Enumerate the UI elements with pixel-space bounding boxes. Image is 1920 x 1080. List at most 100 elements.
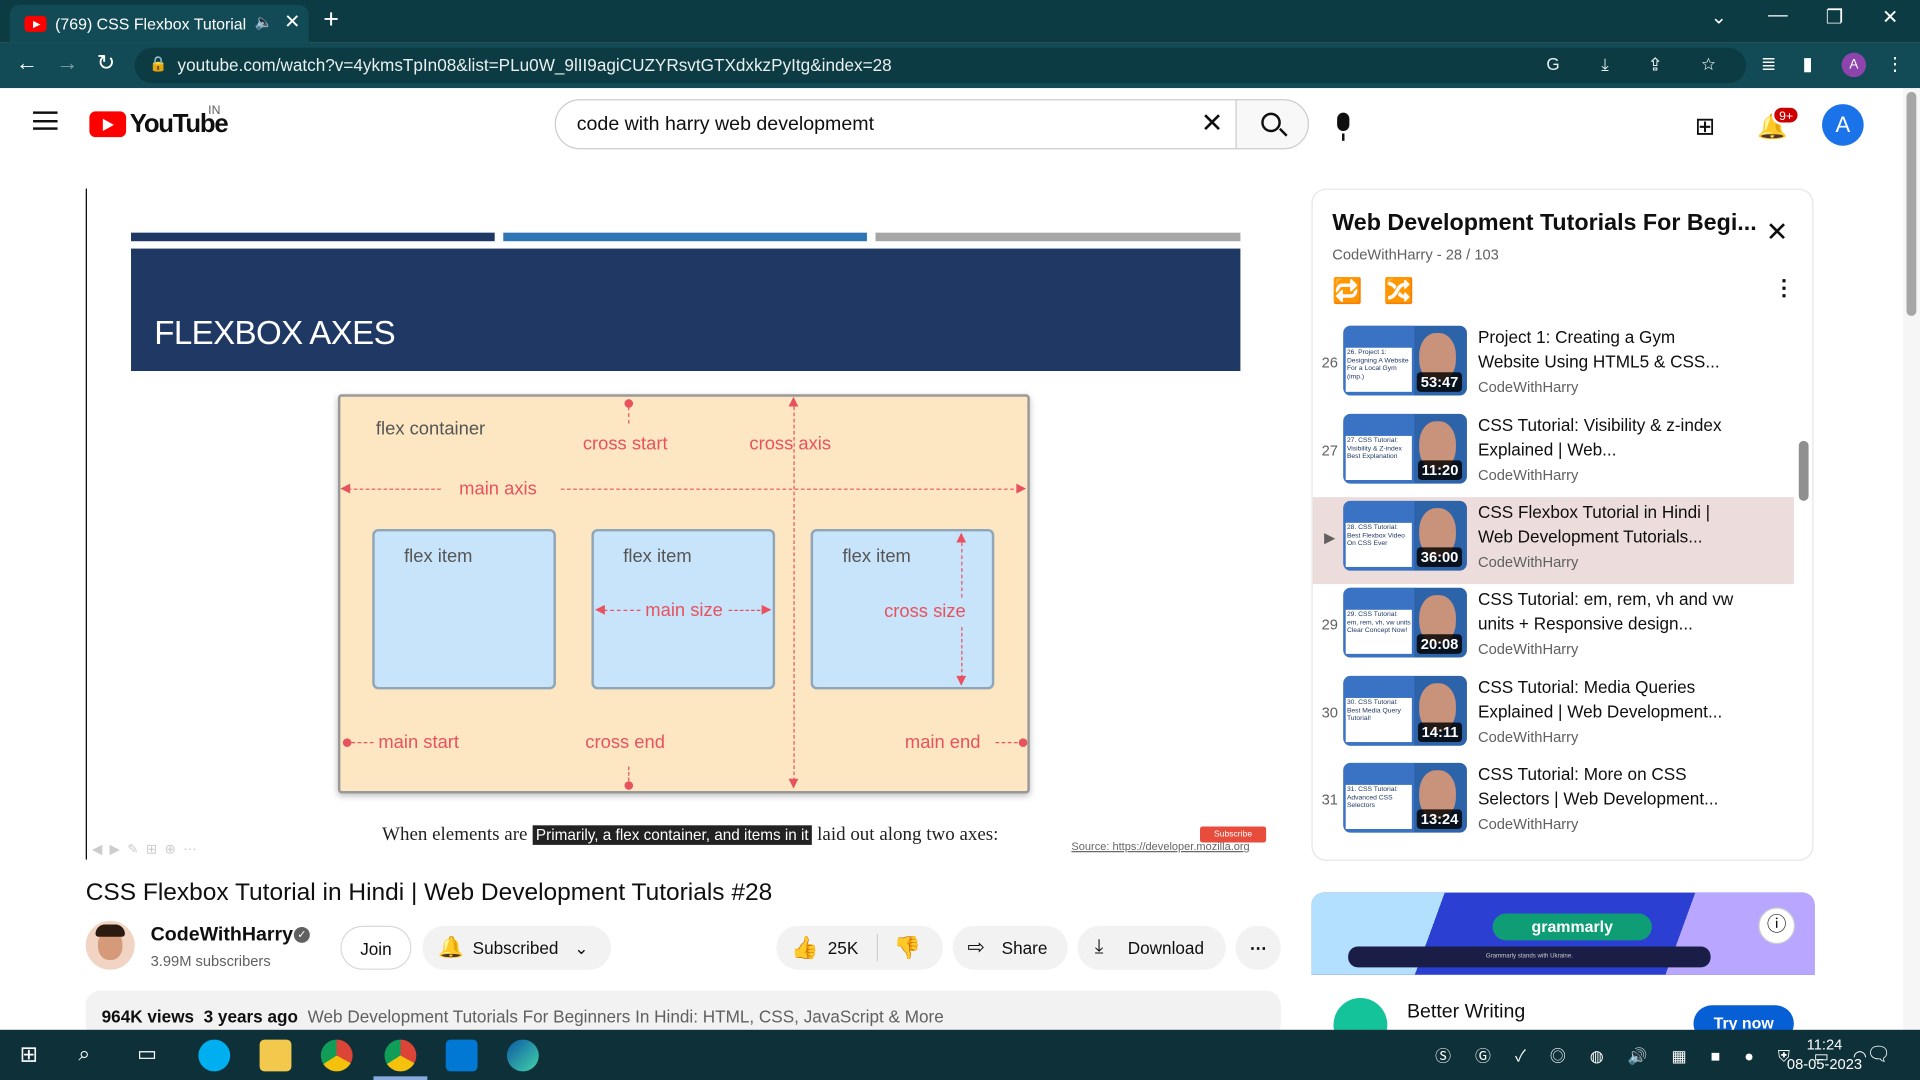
browser-tab[interactable]: (769) CSS Flexbox Tutorial in 🔈 ✕: [9, 4, 309, 43]
edge-icon[interactable]: [506, 1039, 539, 1072]
search-input[interactable]: code with harry web developmemt ✕: [554, 99, 1237, 150]
search-query: code with harry web developmemt: [576, 113, 875, 135]
cross-end-dot: [624, 781, 634, 790]
playlist-item[interactable]: ▶ 28. CSS Tutorial: Best Flexbox Video On…: [1312, 497, 1794, 585]
playlist-item[interactable]: 27 27. CSS Tutorial: Visibility & Z-index…: [1313, 410, 1794, 497]
windows-start-icon[interactable]: ⊞: [20, 1042, 38, 1068]
slide-nav-controls-icon[interactable]: ◀▶✎⊞⊕⋯: [92, 841, 204, 857]
ad-tagline: Grammarly stands with Ukraine.: [1348, 946, 1711, 968]
playlist-item-title[interactable]: CSS Flexbox Tutorial in Hindi | Web Deve…: [1478, 500, 1735, 549]
search-button[interactable]: [1235, 99, 1309, 150]
thumbnail-text: 29. CSS Tutorial: em, rem, vh, vw units …: [1345, 609, 1412, 654]
playlist-item[interactable]: 26 26. Project 1: Designing A Website For…: [1313, 322, 1794, 409]
tab-close-icon[interactable]: ✕: [284, 10, 300, 34]
notification-center-icon[interactable]: 🗨: [1866, 1042, 1891, 1066]
taskbar-clock[interactable]: 11:24 08-05-2023: [1783, 1035, 1866, 1074]
browser-menu-icon[interactable]: ⋮: [1886, 53, 1904, 75]
playlist-item-channel[interactable]: CodeWithHarry: [1478, 729, 1578, 746]
reload-icon[interactable]: ↻: [97, 50, 115, 76]
playlist-item-channel[interactable]: CodeWithHarry: [1478, 467, 1578, 484]
video-thumbnail[interactable]: 26. Project 1: Designing A Website For a…: [1343, 325, 1467, 396]
playlist-more-icon[interactable]: ⋮: [1773, 276, 1795, 302]
video-thumbnail[interactable]: 28. CSS Tutorial: Best Flexbox Video On …: [1343, 500, 1467, 571]
video-meta: 964K views 3 years ago Web Development T…: [102, 1007, 944, 1027]
playlist-item[interactable]: 31 31. CSS Tutorial: Advanced CSS Selecto…: [1313, 759, 1794, 846]
clear-search-icon[interactable]: ✕: [1201, 108, 1224, 140]
caption-after: laid out along two axes:: [817, 824, 999, 845]
window-close-button[interactable]: ✕: [1882, 5, 1898, 29]
thumbs-down-icon[interactable]: 👎: [894, 926, 921, 970]
video-thumbnail[interactable]: 29. CSS Tutorial: em, rem, vh, vw units …: [1343, 587, 1467, 658]
like-count[interactable]: 25K: [828, 926, 859, 970]
join-button[interactable]: Join: [340, 925, 412, 970]
playlist-item-channel[interactable]: CodeWithHarry: [1478, 816, 1578, 833]
file-explorer-icon[interactable]: [259, 1039, 292, 1072]
ad-info-icon[interactable]: ⓘ: [1758, 907, 1796, 945]
side-panel-icon[interactable]: ▮: [1802, 53, 1812, 75]
browser-profile-avatar[interactable]: A: [1841, 52, 1867, 78]
create-video-icon[interactable]: ⊞: [1695, 111, 1716, 142]
playlist-link[interactable]: Web Development Tutorials For Beginners …: [308, 1007, 944, 1027]
playlist-item-title[interactable]: CSS Tutorial: em, rem, vh and vw units +…: [1478, 587, 1735, 636]
restore-button[interactable]: ❐: [1826, 5, 1844, 29]
like-dislike-group: 👍 25K 👎: [776, 925, 943, 970]
channel-avatar[interactable]: [85, 920, 135, 970]
main-start-label: main start: [378, 732, 460, 754]
playlist-title[interactable]: Web Development Tutorials For Begi...: [1332, 211, 1756, 238]
more-actions-button[interactable]: ⋯: [1235, 925, 1281, 970]
account-avatar[interactable]: A: [1822, 104, 1864, 146]
playlist-item-title[interactable]: CSS Tutorial: More on CSS Selectors | We…: [1478, 762, 1735, 811]
sponsored-ad[interactable]: grammarly Grammarly stands with Ukraine.…: [1311, 892, 1815, 1052]
close-playlist-icon[interactable]: ✕: [1766, 217, 1789, 249]
microphone-icon[interactable]: [1337, 112, 1350, 141]
thumbs-up-icon[interactable]: 👍: [791, 926, 818, 970]
taskbar-search-icon[interactable]: ⌕: [78, 1042, 90, 1066]
chrome-profile-icon[interactable]: [384, 1039, 417, 1072]
like-divider: [876, 934, 878, 962]
tab-search-chevron-icon[interactable]: ⌄: [1711, 5, 1727, 29]
video-thumbnail[interactable]: 31. CSS Tutorial: Advanced CSS Selectors…: [1343, 762, 1467, 833]
video-player[interactable]: FLEXBOX AXES flex container cross start …: [85, 188, 1281, 860]
playlist-item-channel[interactable]: CodeWithHarry: [1478, 378, 1578, 395]
subscribed-button[interactable]: 🔔 Subscribed ⌄: [422, 925, 612, 970]
channel-name[interactable]: CodeWithHarry: [151, 924, 293, 946]
vscode-icon[interactable]: [445, 1039, 478, 1072]
screen: (769) CSS Flexbox Tutorial in 🔈 ✕ + ⌄ — …: [0, 0, 1920, 1080]
page-scrollbar[interactable]: [1902, 88, 1920, 1030]
playlist-item-index: 31: [1321, 791, 1338, 809]
playlist-item-title[interactable]: CSS Tutorial: Visibility & z-index Expla…: [1478, 413, 1735, 462]
playlist-item-channel[interactable]: CodeWithHarry: [1478, 640, 1578, 657]
menu-hamburger-icon[interactable]: [33, 111, 58, 130]
media-control-icon[interactable]: ≣: [1761, 53, 1776, 75]
main-size-arrow-left: [595, 604, 605, 615]
minimize-button[interactable]: —: [1768, 5, 1788, 27]
share-label: Share: [1001, 937, 1048, 958]
playlist-item[interactable]: 30 30. CSS Tutorial: Best Media Query Tut…: [1313, 672, 1794, 759]
loop-icon[interactable]: 🔁: [1332, 276, 1362, 307]
address-bar[interactable]: 🔒 youtube.com/watch?v=4ykmsTpIn08&list=P…: [134, 47, 1747, 84]
new-tab-button[interactable]: +: [323, 4, 339, 36]
playlist-scrollbar[interactable]: [1798, 440, 1809, 501]
notification-count-badge: 9+: [1771, 105, 1801, 125]
address-bar-icons[interactable]: G ⤓ ⇪ ☆: [1546, 54, 1733, 75]
back-arrow-icon[interactable]: ←: [16, 50, 38, 76]
speaker-icon[interactable]: 🔈: [255, 13, 273, 30]
clock-time: 11:24: [1806, 1035, 1843, 1054]
skype-icon[interactable]: [198, 1039, 231, 1072]
task-view-icon[interactable]: ▭: [137, 1042, 157, 1066]
ad-banner[interactable]: grammarly Grammarly stands with Ukraine.…: [1311, 892, 1815, 975]
video-thumbnail[interactable]: 27. CSS Tutorial: Visibility & Z-index B…: [1343, 413, 1467, 484]
shuffle-icon[interactable]: 🔀: [1384, 276, 1414, 307]
video-thumbnail[interactable]: 30. CSS Tutorial: Best Media Query Tutor…: [1343, 675, 1467, 746]
playlist-item[interactable]: 29 29. CSS Tutorial: em, rem, vh, vw unit…: [1313, 584, 1794, 671]
forward-arrow-icon[interactable]: →: [56, 50, 78, 76]
cross-axis-arrow-up: [788, 396, 799, 407]
share-button[interactable]: ⇨ Share: [952, 925, 1068, 970]
download-button[interactable]: ⤓ Download: [1077, 925, 1226, 970]
playlist-item-title[interactable]: CSS Tutorial: Media Queries Explained | …: [1478, 675, 1735, 724]
playlist-item-channel[interactable]: CodeWithHarry: [1478, 553, 1578, 570]
playlist-item-title[interactable]: Project 1: Creating a Gym Website Using …: [1478, 324, 1735, 373]
lock-icon[interactable]: 🔒: [149, 55, 167, 72]
chrome-icon[interactable]: [320, 1039, 353, 1072]
country-code: IN: [208, 104, 221, 118]
